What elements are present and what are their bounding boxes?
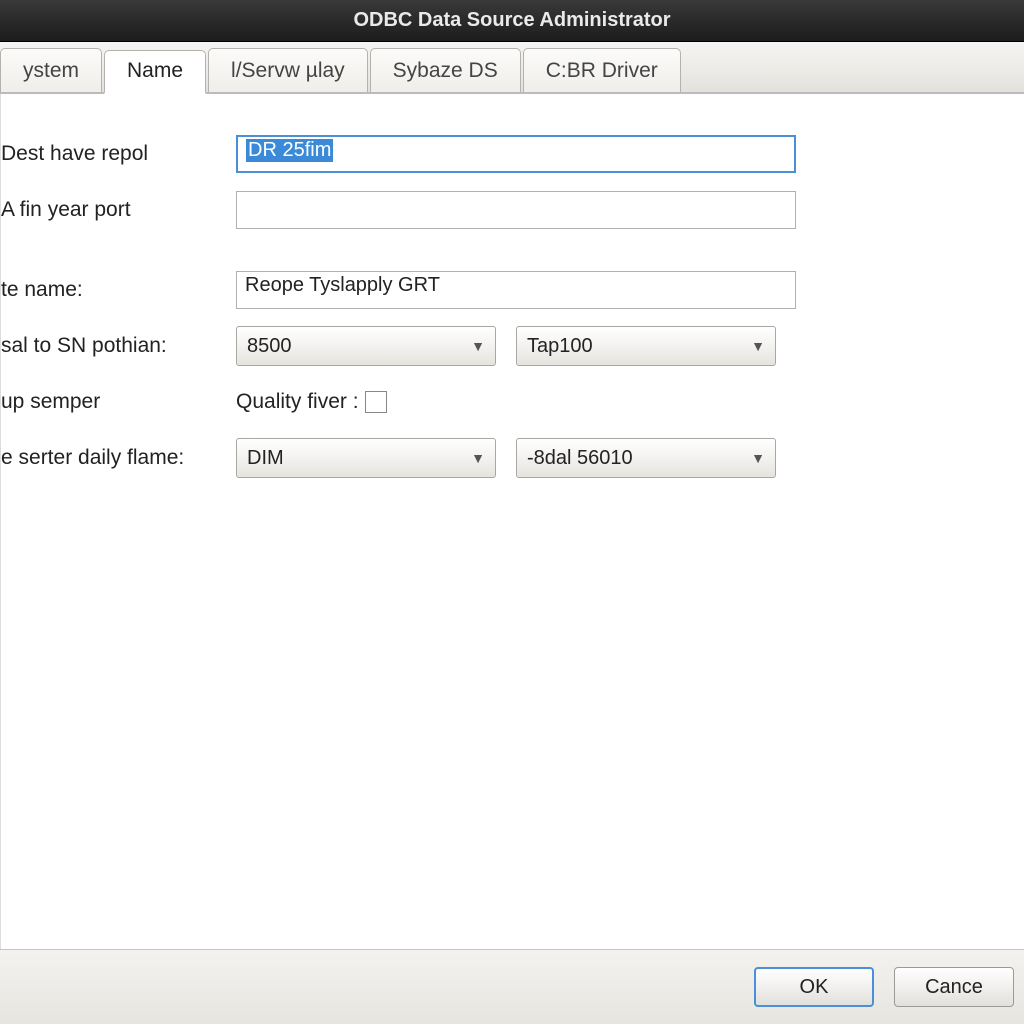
label-fin-year-port: A fin year port bbox=[1, 198, 236, 222]
input-te-name-value: Reope Tyslapply GRT bbox=[245, 274, 440, 296]
dropdown-flame-value1[interactable]: DIM ▼ bbox=[236, 438, 496, 478]
input-fin-year-port[interactable] bbox=[236, 191, 796, 229]
label-daily-flame: e serter daily flame: bbox=[1, 446, 236, 470]
dropdown-value: -8dal 56010 bbox=[527, 447, 633, 470]
chevron-down-icon: ▼ bbox=[751, 450, 765, 466]
tab-label: l/Servw µlay bbox=[231, 59, 345, 83]
tab-panel-name: Dest have repol DR 25fim A fin year port bbox=[0, 94, 1024, 949]
tab-strip: ystem Name l/Servw µlay Sybaze DS C:BR D… bbox=[0, 42, 1024, 94]
cancel-button[interactable]: Cance bbox=[894, 967, 1014, 1007]
input-dest[interactable]: DR 25fim bbox=[236, 135, 796, 173]
tab-label: Sybaze DS bbox=[393, 59, 498, 83]
window-title: ODBC Data Source Administrator bbox=[353, 9, 670, 32]
label-up-semper: up semper bbox=[1, 390, 236, 414]
tab-label: Name bbox=[127, 59, 183, 83]
tab-system[interactable]: ystem bbox=[0, 48, 102, 92]
dialog-button-bar: OK Cance bbox=[0, 949, 1024, 1024]
tab-cbr-driver[interactable]: C:BR Driver bbox=[523, 48, 681, 92]
ok-button[interactable]: OK bbox=[754, 967, 874, 1007]
chevron-down-icon: ▼ bbox=[751, 338, 765, 354]
ok-button-label: OK bbox=[800, 976, 829, 999]
tab-sybaze[interactable]: Sybaze DS bbox=[370, 48, 521, 92]
tab-servw[interactable]: l/Servw µlay bbox=[208, 48, 368, 92]
tab-label: C:BR Driver bbox=[546, 59, 658, 83]
label-dest: Dest have repol bbox=[1, 142, 236, 166]
dropdown-value: 8500 bbox=[247, 335, 292, 358]
label-quality-fiver: Quality fiver : bbox=[236, 390, 387, 414]
cancel-button-label: Cance bbox=[925, 976, 983, 999]
tab-name[interactable]: Name bbox=[104, 50, 206, 94]
dropdown-flame-value2[interactable]: -8dal 56010 ▼ bbox=[516, 438, 776, 478]
dropdown-sn-value1[interactable]: 8500 ▼ bbox=[236, 326, 496, 366]
titlebar[interactable]: ODBC Data Source Administrator bbox=[0, 0, 1024, 42]
client-area: ystem Name l/Servw µlay Sybaze DS C:BR D… bbox=[0, 42, 1024, 1024]
dropdown-sn-value2[interactable]: Tap100 ▼ bbox=[516, 326, 776, 366]
input-te-name[interactable]: Reope Tyslapply GRT bbox=[236, 271, 796, 309]
checkbox-quality-fiver[interactable] bbox=[365, 391, 387, 413]
chevron-down-icon: ▼ bbox=[471, 450, 485, 466]
input-dest-value: DR 25fim bbox=[246, 139, 333, 162]
tab-label: ystem bbox=[23, 59, 79, 83]
dialog-window: ODBC Data Source Administrator ystem Nam… bbox=[0, 0, 1024, 1024]
label-te-name: te name: bbox=[1, 278, 236, 302]
label-sn-pothian: sal to SN pothian: bbox=[1, 334, 236, 358]
dropdown-value: Tap100 bbox=[527, 335, 593, 358]
chevron-down-icon: ▼ bbox=[471, 338, 485, 354]
dropdown-value: DIM bbox=[247, 447, 284, 470]
quality-fiver-text: Quality fiver : bbox=[236, 390, 359, 414]
